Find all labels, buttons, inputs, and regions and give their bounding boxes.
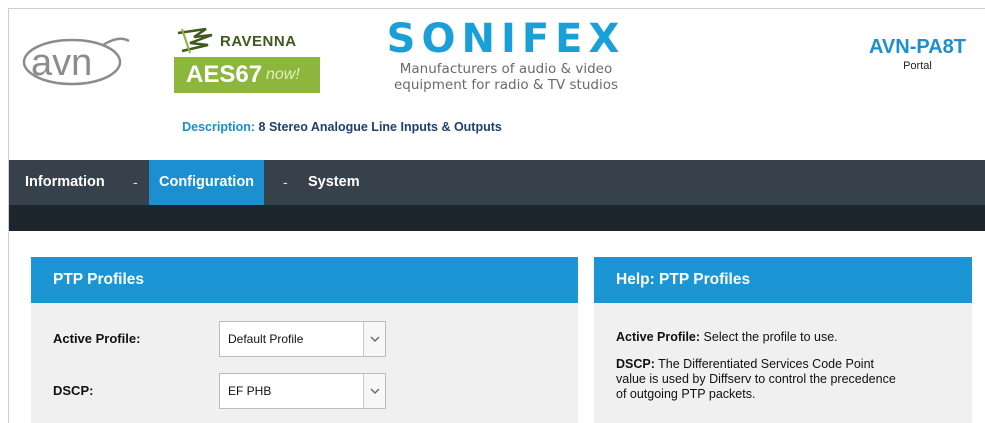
product-title-block: AVN-PA8T Portal [869, 35, 966, 73]
aes67-text: AES67 [186, 61, 263, 88]
ravenna-text: RAVENNA [220, 33, 297, 50]
nav-item-system[interactable]: System [308, 160, 360, 205]
now-text: now! [266, 66, 300, 83]
description-label: Description: [182, 120, 256, 134]
device-description: Description: 8 Stereo Analogue Line Inpu… [9, 120, 675, 134]
dscp-label: DSCP: [53, 383, 94, 398]
sonifex-tagline-1: Manufacturers of audio & video [399, 61, 613, 77]
help-active-profile: Active Profile: Select the profile to us… [616, 330, 956, 345]
product-subtitle: Portal [903, 60, 932, 72]
main-nav: Information - Configuration - System [9, 160, 985, 205]
main-content: PTP Profiles Active Profile: Default Pro… [9, 231, 985, 423]
sonifex-logo: SONIFEX Manufacturers of audio & video e… [371, 17, 641, 97]
help-dscp-text-3: of outgoing PTP packets. [616, 387, 756, 401]
nav-separator: - [283, 174, 288, 190]
dscp-select[interactable]: EF PHB [219, 373, 386, 409]
sonifex-wordmark: SONIFEX [386, 16, 626, 62]
description-value: 8 Stereo Analogue Line Inputs & Outputs [258, 120, 502, 134]
page-header: avn RAVENNA AES67 now! SONIFEX Manufactu… [9, 9, 985, 161]
app-frame: avn RAVENNA AES67 now! SONIFEX Manufactu… [8, 8, 985, 423]
nav-separator: - [133, 174, 138, 190]
sonifex-tagline-2: equipment for radio & TV studios [394, 77, 618, 93]
active-profile-select[interactable]: Default Profile [219, 321, 386, 357]
help-active-profile-text: Select the profile to use. [703, 330, 838, 344]
chevron-down-icon[interactable] [363, 374, 385, 408]
dscp-value: EF PHB [228, 384, 272, 398]
help-active-profile-term: Active Profile: [616, 330, 701, 344]
nav-item-information[interactable]: Information [25, 160, 105, 205]
help-panel-title: Help: PTP Profiles [594, 257, 972, 303]
ptp-profiles-panel: PTP Profiles Active Profile: Default Pro… [31, 257, 578, 423]
help-dscp-text-1: The Differentiated Services Code Point [658, 357, 875, 371]
help-panel: Help: PTP Profiles Active Profile: Selec… [594, 257, 972, 423]
sub-nav-bar [9, 205, 985, 231]
chevron-down-icon[interactable] [363, 322, 385, 356]
help-dscp-term: DSCP: [616, 357, 655, 371]
help-dscp: DSCP: The Differentiated Services Code P… [616, 357, 956, 402]
ravenna-logo-icon [177, 27, 213, 54]
ptp-profiles-title: PTP Profiles [31, 257, 578, 303]
active-profile-value: Default Profile [228, 332, 304, 346]
help-dscp-text-2: value is used by Diffserv to control the… [616, 372, 896, 386]
avn-logo: avn [22, 37, 130, 86]
avn-logo-text: avn [31, 42, 92, 84]
nav-item-configuration[interactable]: Configuration [149, 160, 265, 205]
active-profile-label: Active Profile: [53, 331, 141, 346]
ravenna-aes67-logo: RAVENNA AES67 now! [174, 27, 320, 95]
product-name: AVN-PA8T [868, 36, 966, 58]
